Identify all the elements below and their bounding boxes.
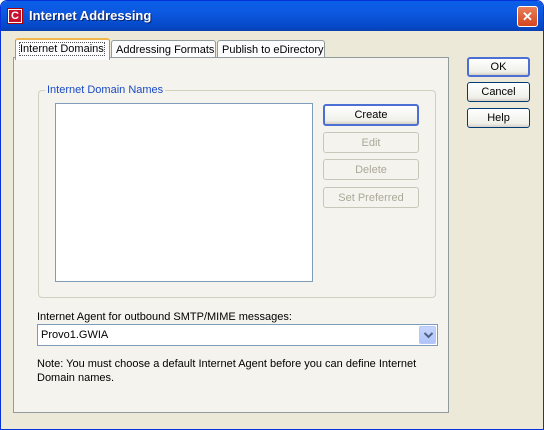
chevron-down-icon[interactable]	[419, 326, 436, 344]
group-title: Internet Domain Names	[45, 84, 166, 97]
tab-label: Addressing Formats	[116, 44, 215, 56]
window-title: Internet Addressing	[29, 8, 152, 23]
tab-label: Publish to eDirectory	[222, 44, 324, 56]
edit-button[interactable]: Edit	[323, 132, 419, 153]
create-button[interactable]: Create	[323, 104, 419, 126]
delete-button[interactable]: Delete	[323, 159, 419, 180]
app-logo-icon: C	[7, 8, 23, 24]
app-logo-letter: C	[9, 10, 21, 22]
agent-select[interactable]: Provo1.GWIA	[37, 324, 438, 346]
tab-label: Internet Domains	[19, 42, 105, 56]
cancel-button[interactable]: Cancel	[467, 82, 530, 102]
help-button[interactable]: Help	[467, 108, 530, 128]
ok-button[interactable]: OK	[467, 57, 530, 77]
dialog-window: C Internet Addressing ✕ Internet Domains…	[0, 0, 544, 430]
note-text: Note: You must choose a default Internet…	[37, 358, 417, 384]
agent-label: Internet Agent for outbound SMTP/MIME me…	[37, 311, 292, 323]
agent-select-value: Provo1.GWIA	[41, 329, 109, 341]
close-icon[interactable]: ✕	[517, 6, 538, 27]
set-preferred-button[interactable]: Set Preferred	[323, 187, 419, 208]
tab-internet-domains[interactable]: Internet Domains	[15, 38, 110, 60]
title-bar[interactable]: C Internet Addressing ✕	[1, 1, 543, 31]
domain-names-list[interactable]	[55, 103, 313, 282]
